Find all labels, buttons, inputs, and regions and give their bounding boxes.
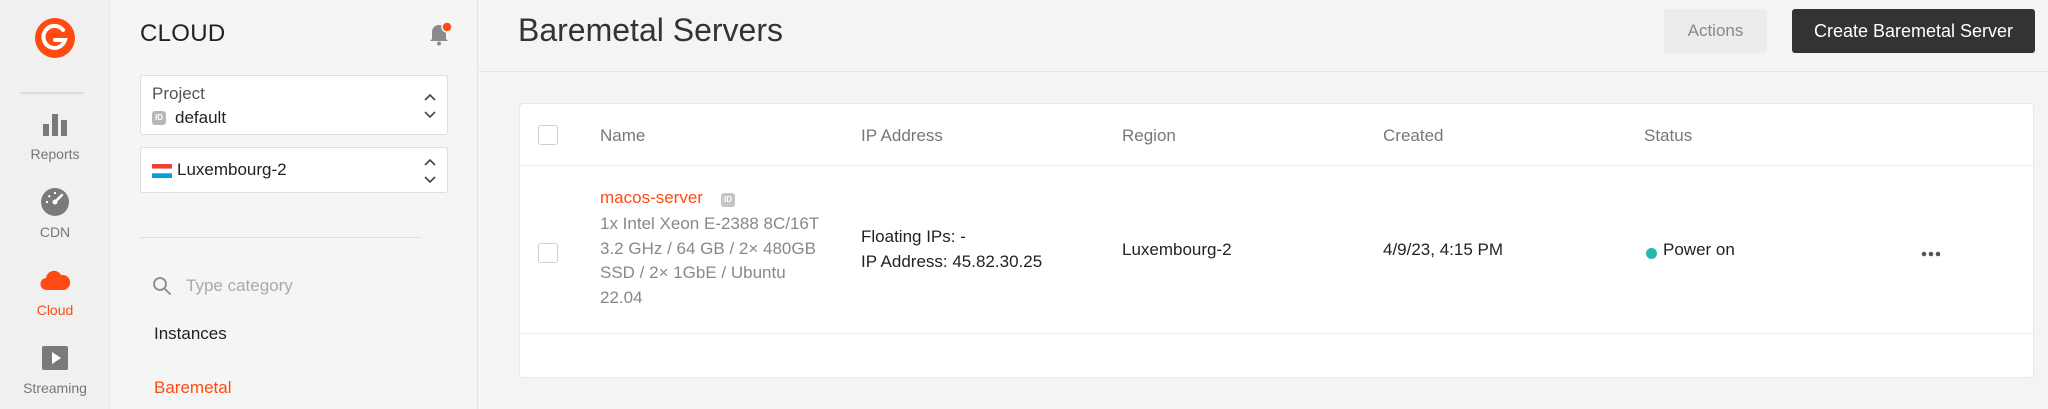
column-header-status[interactable]: Status	[1644, 126, 1692, 146]
created-cell: 4/9/23, 4:15 PM	[1383, 240, 1504, 259]
rail-item-cdn[interactable]: CDN	[0, 186, 110, 240]
id-badge-icon[interactable]: ID	[721, 193, 735, 207]
rail-item-label: CDN	[39, 224, 71, 240]
actions-button[interactable]: Actions	[1664, 9, 1767, 53]
table-row[interactable]: macos-server ID 1x Intel Xeon E-2388 8C/…	[520, 166, 2033, 334]
category-instances[interactable]: Instances	[154, 324, 227, 344]
icon-rail: Reports CDN Cloud Streaming	[0, 0, 110, 409]
column-header-ip-address[interactable]: IP Address	[861, 126, 943, 146]
create-baremetal-server-button[interactable]: Create Baremetal Server	[1792, 9, 2035, 53]
ip-address: IP Address: 45.82.30.25	[861, 252, 1043, 271]
server-description: 1x Intel Xeon E-2388 8C/16T 3.2 GHz / 64…	[600, 214, 819, 307]
floating-ips: Floating IPs: -	[861, 227, 966, 246]
table-header: Name IP Address Region Created Status	[520, 104, 2033, 166]
select-all-checkbox[interactable]	[538, 125, 558, 145]
rail-item-label: Reports	[30, 146, 80, 162]
sidebar-divider	[140, 237, 422, 238]
speedometer-icon	[41, 188, 69, 216]
rail-item-label: Cloud	[36, 302, 74, 318]
bar-chart-icon	[43, 114, 67, 136]
play-icon	[42, 346, 68, 370]
cloud-icon	[40, 270, 71, 291]
region-cell: Luxembourg-2	[1122, 240, 1232, 259]
project-select[interactable]: Project ID default	[140, 75, 448, 135]
sidebar-title: CLOUD	[140, 20, 226, 47]
chevron-up-down-icon	[424, 93, 436, 119]
bell-icon[interactable]	[424, 18, 454, 48]
server-name-link[interactable]: macos-server	[600, 188, 703, 208]
category-baremetal[interactable]: Baremetal	[154, 378, 231, 398]
rail-item-label: Streaming	[23, 380, 87, 396]
region-select-value: Luxembourg-2	[177, 160, 287, 179]
page-title: Baremetal Servers	[518, 12, 783, 48]
category-search-input[interactable]	[186, 270, 416, 302]
region-select[interactable]: Luxembourg-2	[140, 147, 448, 193]
luxembourg-flag-icon	[152, 164, 172, 178]
search-icon	[153, 277, 171, 295]
project-select-caption: Project	[152, 84, 205, 103]
sidebar: CLOUD Project ID default Luxembourg-2 In…	[110, 0, 478, 409]
row-checkbox[interactable]	[538, 243, 558, 263]
project-select-value: default	[175, 108, 227, 127]
column-header-region[interactable]: Region	[1122, 126, 1176, 146]
page-header: Baremetal Servers Actions Create Baremet…	[479, 0, 2048, 72]
logo-icon[interactable]	[33, 16, 77, 60]
rail-item-cloud[interactable]: Cloud	[0, 264, 110, 318]
rail-divider	[20, 92, 84, 94]
more-options-icon[interactable]	[1916, 244, 1946, 264]
column-header-created[interactable]: Created	[1383, 126, 1443, 146]
rail-item-reports[interactable]: Reports	[0, 108, 110, 162]
chevron-up-down-icon	[424, 158, 436, 184]
servers-table: Name IP Address Region Created Status ma…	[519, 103, 2034, 378]
rail-item-streaming[interactable]: Streaming	[0, 342, 110, 396]
column-header-name[interactable]: Name	[600, 126, 645, 146]
status-badge: Power on	[1663, 240, 1735, 259]
status-dot-icon	[1646, 248, 1657, 259]
id-badge-icon: ID	[152, 111, 166, 125]
